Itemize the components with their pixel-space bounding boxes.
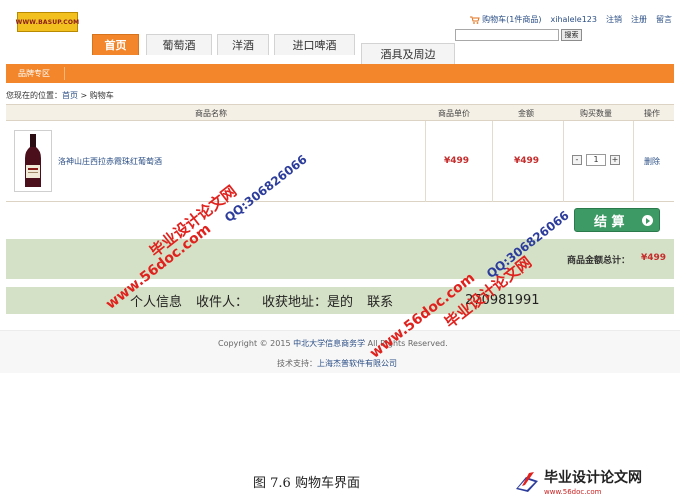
- arrow-right-icon: [642, 215, 653, 226]
- figure-caption: 图 7.6 购物车界面: [253, 476, 360, 491]
- column-divider: [633, 121, 634, 202]
- tab-imported-beer-label: 进口啤酒: [292, 39, 337, 52]
- tab-wine[interactable]: 葡萄酒: [146, 34, 212, 55]
- copyright-line: Copyright © 2015 中北大学信息商务学 All Rights Re…: [218, 338, 448, 349]
- tab-imported-beer[interactable]: 进口啤酒: [274, 34, 355, 55]
- tab-home[interactable]: 首页: [92, 34, 139, 55]
- logout-link[interactable]: 注销: [606, 14, 622, 25]
- header-amount: 金额: [518, 109, 534, 118]
- tab-home-label: 首页: [104, 39, 127, 52]
- delete-link[interactable]: 删除: [644, 156, 660, 167]
- header-product-name: 商品名称: [195, 109, 227, 118]
- copyright-prefix: Copyright © 2015: [218, 339, 294, 348]
- cart-link[interactable]: 购物车(1件商品): [470, 14, 542, 25]
- corner-logo: 毕业设计论文网 www.56doc.com: [514, 467, 642, 496]
- message-link[interactable]: 留言: [656, 14, 672, 25]
- table-row: 洛神山庄西拉赤霞珠红葡萄酒 ¥499 ¥499 - 1 + 删除: [6, 121, 674, 202]
- support-prefix: 技术支持：: [277, 359, 317, 368]
- brand-zone-link[interactable]: 品牌专区: [18, 68, 50, 79]
- product-thumbnail[interactable]: [14, 130, 52, 192]
- company-link[interactable]: 中北大学信息商务学: [293, 339, 365, 348]
- search-button-label: 搜索: [564, 31, 579, 39]
- username-link[interactable]: xihalele123: [551, 15, 598, 24]
- column-divider: [492, 121, 493, 202]
- checkout-button-label: 结 算: [594, 214, 625, 230]
- cart-link-label: 购物车(1件商品): [482, 15, 542, 24]
- tab-spirits[interactable]: 洋酒: [217, 34, 269, 55]
- category-bar: 品牌专区: [6, 64, 674, 83]
- breadcrumb-current: 购物车: [89, 91, 114, 100]
- checkout-button[interactable]: 结 算: [574, 208, 660, 232]
- breadcrumb-prefix: 您现在的位置：: [6, 91, 62, 100]
- support-link[interactable]: 上海杰普软件有限公司: [317, 359, 397, 368]
- site-logo[interactable]: WWW.BASUP.COM: [15, 12, 80, 32]
- quantity-decrease-button[interactable]: -: [572, 155, 582, 165]
- corner-logo-url: www.56doc.com: [544, 488, 602, 496]
- breadcrumb: 您现在的位置：首页 > 购物车: [6, 90, 114, 101]
- product-name-link[interactable]: 洛神山庄西拉赤霞珠红葡萄酒: [58, 156, 162, 167]
- cart-table-header: 商品名称 商品单价 金额 购买数量 操作: [6, 104, 674, 121]
- logo-text: WWW.BASUP.COM: [15, 18, 80, 26]
- breadcrumb-home[interactable]: 首页: [62, 91, 78, 100]
- top-links: 购物车(1件商品) xihalele123 注销 注册 留言: [470, 14, 672, 25]
- quantity-input[interactable]: 1: [586, 154, 606, 166]
- corner-logo-title: 毕业设计论文网: [544, 470, 642, 486]
- search-input[interactable]: [455, 29, 559, 41]
- address-label-text: 收获地址：: [262, 295, 328, 310]
- personal-info-label: 个人信息: [130, 295, 183, 310]
- cart-icon: [470, 16, 480, 24]
- address-label: 收获地址：是的: [262, 291, 353, 310]
- search-button[interactable]: 搜索: [561, 29, 582, 41]
- wine-bottle-icon: [25, 134, 41, 187]
- total-amount: ¥499: [640, 253, 666, 263]
- tab-wine-label: 葡萄酒: [162, 39, 196, 52]
- page-footer: Copyright © 2015 中北大学信息商务学 All Rights Re…: [0, 330, 680, 373]
- contact-label: 联系: [367, 295, 394, 310]
- address-value: 是的: [327, 295, 354, 310]
- header-quantity: 购买数量: [580, 109, 612, 118]
- line-amount: ¥499: [514, 156, 540, 166]
- category-divider: [64, 67, 65, 80]
- total-panel: 商品金额总计： ¥499: [6, 239, 674, 279]
- column-divider: [425, 121, 426, 202]
- register-link[interactable]: 注册: [631, 14, 647, 25]
- quantity-increase-button[interactable]: +: [610, 155, 620, 165]
- header-unit-price: 商品单价: [438, 109, 470, 118]
- breadcrumb-sep: >: [78, 91, 90, 100]
- total-label: 商品金额总计：: [566, 256, 630, 266]
- tab-accessories[interactable]: 酒具及周边: [361, 43, 455, 64]
- receiver-label: 收件人：: [196, 295, 249, 310]
- header-action: 操作: [644, 109, 660, 118]
- unit-price: ¥499: [444, 156, 470, 166]
- quantity-stepper: - 1 +: [572, 154, 620, 166]
- tab-spirits-label: 洋酒: [232, 39, 254, 52]
- pencil-book-icon: [516, 471, 538, 492]
- tab-accessories-label: 酒具及周边: [380, 48, 436, 61]
- column-divider: [563, 121, 564, 202]
